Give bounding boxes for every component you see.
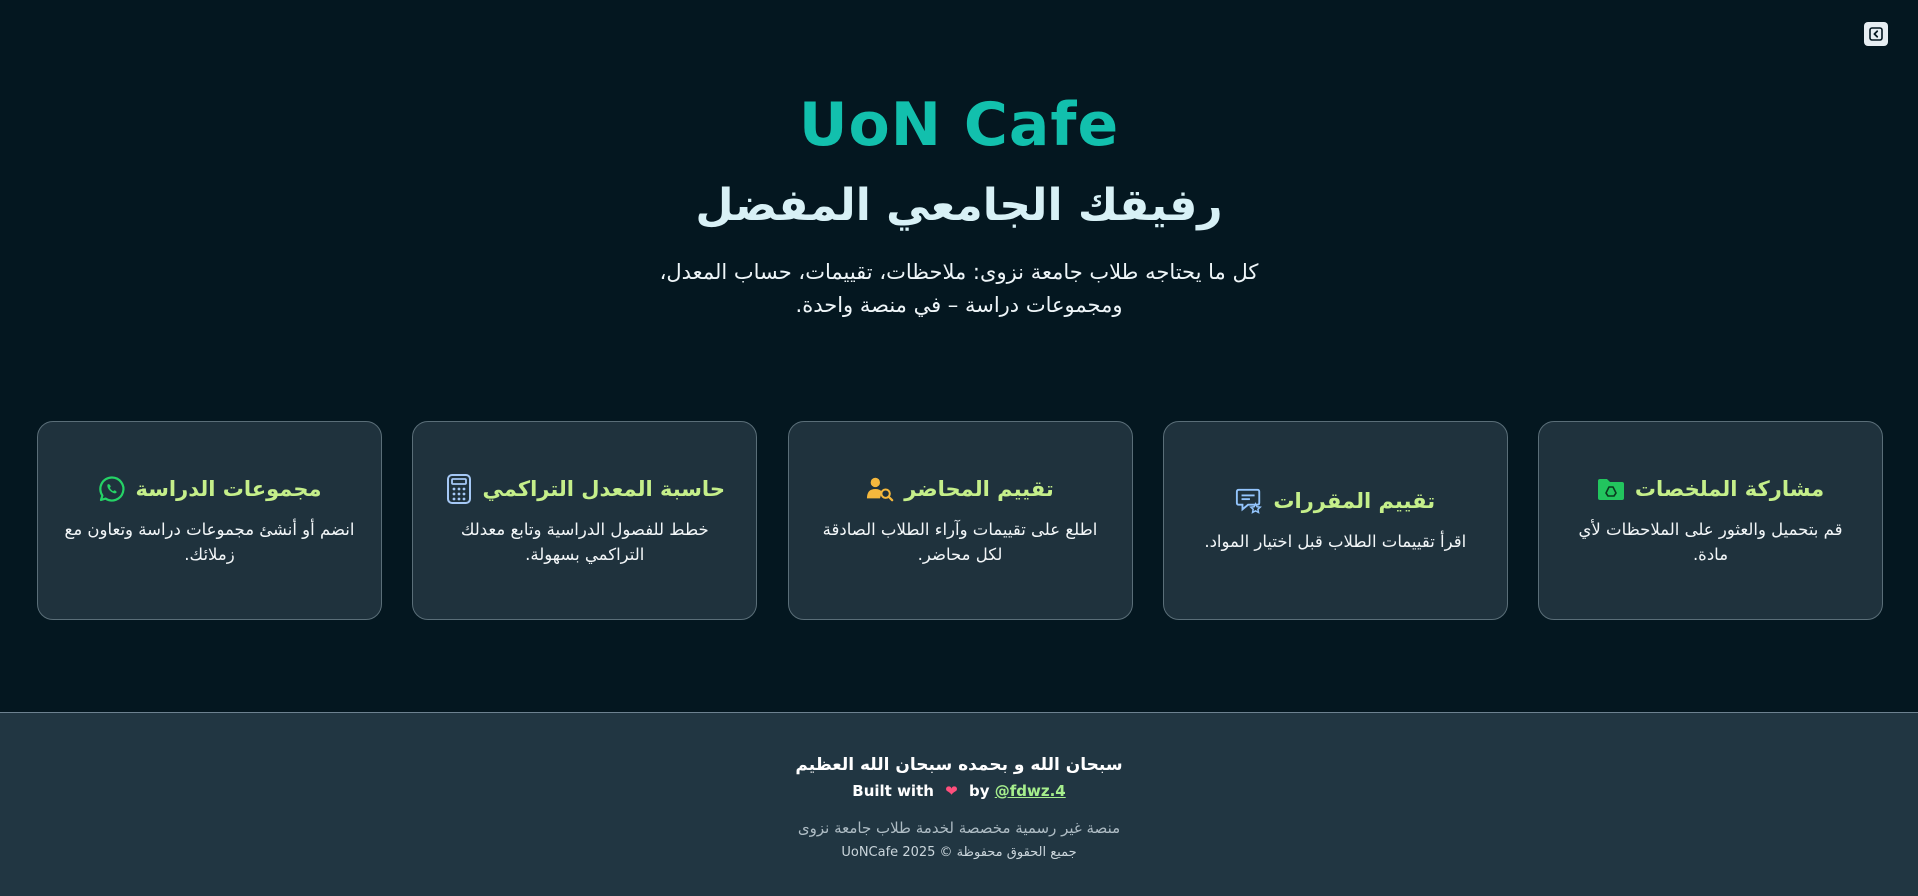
whatsapp-icon — [98, 475, 126, 503]
hero-intro-line-2: ومجموعات دراسة – في منصة واحدة. — [795, 293, 1123, 317]
feature-card-description: اقرأ تقييمات الطلاب قبل اختيار المواد. — [1204, 532, 1467, 551]
built-by-label: by — [968, 782, 990, 800]
google-drive-folder-icon — [1597, 475, 1625, 503]
hero-intro-line-1: كل ما يحتاجه طلاب جامعة نزوى: ملاحظات، ت… — [659, 260, 1259, 284]
feature-card-title: تقييم المحاضر — [904, 476, 1054, 501]
feature-card-header: مشاركة الملخصات — [1597, 475, 1824, 503]
feature-card-header: تقييم المقررات — [1235, 487, 1435, 515]
feature-card-description: قم بتحميل والعثور على الملاحظات لأي مادة… — [1578, 519, 1843, 564]
heart-icon: ❤ — [945, 782, 958, 800]
footer-copyright: جميع الحقوق محفوظة © 2025 UoNCafe — [841, 845, 1077, 860]
hero-section: UoN Cafe رفيقك الجامعي المفضل كل ما يحتا… — [0, 88, 1918, 322]
feature-card-title: تقييم المقررات — [1273, 489, 1436, 513]
feature-card-title: مشاركة الملخصات — [1634, 476, 1825, 501]
feature-card-description: اطلع على تقييمات وآراء الطلاب الصادقة لك… — [822, 519, 1098, 564]
brand-title: UoN Cafe — [798, 90, 1120, 160]
footer-built-with: Built with ❤ by @fdwz.4 — [0, 779, 1918, 803]
feature-card-course-reviews[interactable]: تقييم المقررات اقرأ تقييمات الطلاب قبل ا… — [1162, 421, 1508, 620]
site-footer: سبحان الله و بحمده سبحان الله العظيم Bui… — [0, 712, 1918, 896]
sidebar-toggle-button[interactable] — [1864, 22, 1888, 46]
feature-card-description: خطط للفصول الدراسية وتابع معدلك التراكمي… — [460, 519, 709, 564]
feature-card-study-groups[interactable]: مجموعات الدراسة انضم أو أنشئ مجموعات درا… — [37, 421, 382, 620]
user-search-icon — [866, 475, 894, 503]
footer-disclaimer: منصة غير رسمية مخصصة لخدمة طلاب جامعة نز… — [797, 819, 1121, 837]
feature-card-description: انضم أو أنشئ مجموعات دراسة وتعاون مع زمل… — [64, 519, 355, 564]
review-icon — [1235, 487, 1263, 515]
feature-card-header: مجموعات الدراسة — [98, 475, 322, 503]
feature-card-title: حاسبة المعدل التراكمي — [482, 476, 725, 501]
author-link[interactable]: @fdwz.4 — [995, 782, 1066, 800]
home-page: UoN Cafe رفيقك الجامعي المفضل كل ما يحتا… — [0, 0, 1918, 896]
hero-tagline: رفيقك الجامعي المفضل — [695, 180, 1223, 231]
feature-card-lecturer-reviews[interactable]: تقييم المحاضر اطلع على تقييمات وآراء الط… — [787, 421, 1133, 620]
feature-card-header: حاسبة المعدل التراكمي — [445, 473, 725, 504]
calculator-icon — [445, 473, 473, 504]
chevron-left-icon — [1869, 27, 1883, 41]
feature-card-title: مجموعات الدراسة — [135, 476, 322, 501]
features-grid: مشاركة الملخصات قم بتحميل والعثور على ال… — [37, 421, 1883, 622]
hero-intro: كل ما يحتاجه طلاب جامعة نزوى: ملاحظات، ت… — [609, 256, 1309, 322]
feature-card-notes[interactable]: مشاركة الملخصات قم بتحميل والعثور على ال… — [1538, 421, 1883, 620]
feature-card-header: تقييم المحاضر — [866, 475, 1054, 503]
feature-card-gpa-calculator[interactable]: حاسبة المعدل التراكمي خطط للفصول الدراسي… — [412, 421, 758, 620]
footer-dhikr: سبحان الله و بحمده سبحان الله العظيم — [795, 755, 1123, 775]
built-with-label: Built with — [852, 782, 934, 800]
